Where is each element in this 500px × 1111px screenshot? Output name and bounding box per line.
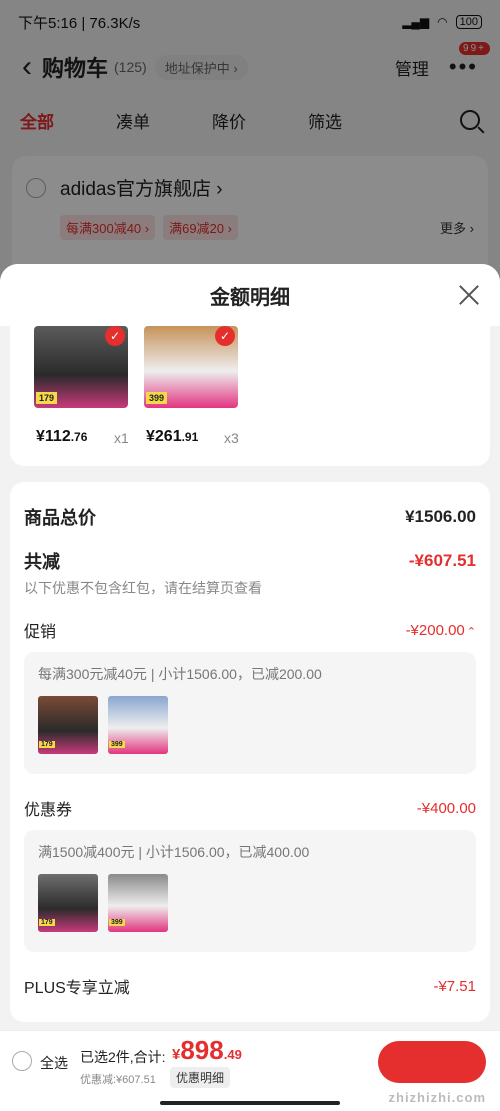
coupon-description: 满1500减400元 | 小计1506.00，已减400.00 xyxy=(38,844,310,860)
product-price: ¥112.76 xyxy=(36,428,88,445)
discount-note: 以下优惠不包含红包，请在结算页查看 xyxy=(24,580,262,596)
promo-row[interactable]: 促销 -¥200.00 ⌃ xyxy=(24,618,476,642)
coupon-row[interactable]: 优惠券 -¥400.00 xyxy=(24,796,476,820)
check-icon: ✓ xyxy=(105,326,125,346)
select-all-label[interactable]: 全选 xyxy=(40,1053,68,1073)
sheet-title: 金额明细 xyxy=(210,286,290,309)
home-indicator xyxy=(160,1101,340,1105)
total-value: ¥1506.00 xyxy=(405,507,476,526)
reduction-value: -¥607.51 xyxy=(408,551,476,570)
product-thumbnail: ✓ 179 xyxy=(34,326,128,408)
product-thumbnail: 399 xyxy=(108,874,168,932)
price-breakdown-card: 商品总价 ¥1506.00 共减 -¥607.51 以下优惠不包含红包，请在结算… xyxy=(10,482,490,1022)
sheet-header: 金额明细 xyxy=(0,264,500,326)
reduction-label: 共减 xyxy=(24,552,60,572)
select-all-checkbox[interactable] xyxy=(12,1051,32,1071)
product-thumbnail: 399 xyxy=(108,696,168,754)
product-thumbnail: 179 xyxy=(38,696,98,754)
product-item[interactable]: ✓ 399 ¥261.91 x3 xyxy=(144,326,284,446)
checkout-bar: 全选 已选2件,合计: ¥898.49 优惠减:¥607.51 优惠明细 zhi… xyxy=(0,1030,500,1111)
total-amount: ¥898.49 xyxy=(172,1035,242,1065)
product-quantity: x1 xyxy=(114,430,129,446)
close-icon[interactable] xyxy=(458,284,480,306)
coupon-value: -¥400.00 xyxy=(416,799,476,817)
plus-label: PLUS专享立减 xyxy=(24,980,130,997)
price-tag: 399 xyxy=(146,392,168,404)
plus-value: -¥7.51 xyxy=(433,977,476,995)
reduction-row: 共减 -¥607.51 xyxy=(24,548,476,574)
discount-summary: 优惠减:¥607.51 xyxy=(80,1074,156,1086)
selected-items-card: ✓ 179 ¥112.76 x1 ✓ 399 ¥261.91 x3 xyxy=(10,326,490,466)
product-price: ¥261.91 xyxy=(146,428,199,445)
check-icon: ✓ xyxy=(215,326,235,346)
checkout-button[interactable] xyxy=(378,1041,486,1083)
coupon-detail-box: 满1500减400元 | 小计1506.00，已减400.00 179 399 xyxy=(24,830,476,952)
product-quantity: x3 xyxy=(224,430,239,446)
price-tag: 179 xyxy=(36,392,58,404)
watermark: zhizhizhi.com xyxy=(388,1090,486,1105)
plus-row: PLUS专享立减 -¥7.51 xyxy=(24,974,476,998)
amount-detail-sheet: 金额明细 ✓ 179 ¥112.76 x1 ✓ 399 ¥261.91 x3 商… xyxy=(0,264,500,1030)
total-row: 商品总价 ¥1506.00 xyxy=(24,504,476,530)
selected-summary: 已选2件,合计: xyxy=(80,1049,166,1065)
promo-label: 促销 xyxy=(24,624,57,641)
product-thumbnail: 179 xyxy=(38,874,98,932)
coupon-label: 优惠券 xyxy=(24,802,73,819)
discount-detail-button[interactable]: 优惠明细 xyxy=(170,1067,231,1088)
promo-detail-box: 每满300元减40元 | 小计1506.00，已减200.00 179 399 xyxy=(24,652,476,774)
promo-description: 每满300元减40元 | 小计1506.00，已减200.00 xyxy=(38,666,322,682)
chevron-up-icon: ⌃ xyxy=(466,625,476,638)
total-label: 商品总价 xyxy=(24,508,96,528)
product-thumbnail: ✓ 399 xyxy=(144,326,238,408)
promo-value: -¥200.00 ⌃ xyxy=(405,621,476,639)
